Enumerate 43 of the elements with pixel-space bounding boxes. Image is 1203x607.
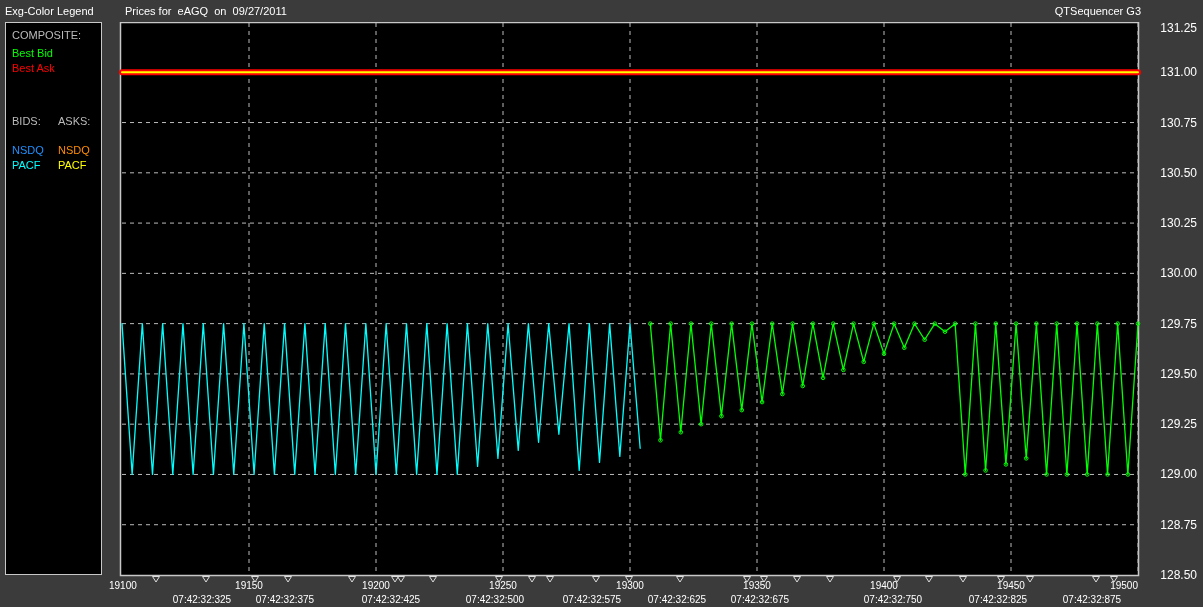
app-title: QTSequencer G3 — [1054, 5, 1142, 17]
timestamp-label: 07:42:32:500 — [465, 594, 525, 605]
x-axis-label: 19500 — [1110, 580, 1138, 591]
timestamp-label: 07:42:32:325 — [172, 594, 232, 605]
legend-heading: COMPOSITE: — [12, 28, 82, 43]
y-axis-label: 130.00 — [1160, 266, 1197, 281]
timestamp-label: 07:42:32:825 — [968, 594, 1028, 605]
x-axis-label: 19450 — [997, 580, 1025, 591]
legend-heading: BIDS: — [12, 114, 42, 129]
y-axis-label: 129.75 — [1160, 316, 1197, 331]
legend-title: Exg-Color Legend — [4, 5, 95, 17]
timestamp-label: 07:42:32:675 — [730, 594, 790, 605]
y-axis-label: 130.75 — [1160, 115, 1197, 130]
legend-entry: Best Ask — [12, 61, 55, 76]
timestamp-label: 07:42:32:375 — [255, 594, 315, 605]
x-axis-label: 19150 — [235, 580, 263, 591]
y-axis-label: 128.50 — [1160, 568, 1197, 582]
timestamp-label: 07:42:32:750 — [863, 594, 923, 605]
y-axis-label: 130.25 — [1160, 216, 1197, 231]
x-axis-label: 19300 — [616, 580, 644, 591]
timestamp-label: 07:42:32:625 — [647, 594, 707, 605]
legend-entry: NSDQ — [12, 143, 45, 158]
legend-entry: NSDQ — [58, 143, 91, 158]
legend-entry: PACF — [12, 158, 42, 173]
timestamp-label: 07:42:32:425 — [361, 594, 421, 605]
timestamp-label: 07:42:32:575 — [562, 594, 622, 605]
x-axis-label: 19200 — [362, 580, 390, 591]
y-axis-label: 129.50 — [1160, 366, 1197, 381]
legend-entry: PACF — [58, 158, 88, 173]
x-axis-label: 19100 — [109, 580, 137, 591]
y-axis-label: 129.00 — [1160, 467, 1197, 482]
y-axis-label: 131.25 — [1160, 22, 1197, 35]
y-axis-label: 128.75 — [1160, 517, 1197, 532]
timestamp-label: 07:42:32:875 — [1062, 594, 1122, 605]
chart-title: Prices for eAGQ on 09/27/2011 — [125, 5, 288, 17]
y-axis-label: 129.25 — [1160, 417, 1197, 432]
legend-entry: Best Bid — [12, 46, 53, 61]
y-axis-label: 131.00 — [1160, 65, 1197, 80]
x-axis-label: 19350 — [743, 580, 771, 591]
x-axis-label: 19250 — [489, 580, 517, 591]
y-axis-label: 130.50 — [1160, 165, 1197, 180]
x-axis-label: 19400 — [870, 580, 898, 591]
legend-heading: ASKS: — [58, 114, 92, 129]
